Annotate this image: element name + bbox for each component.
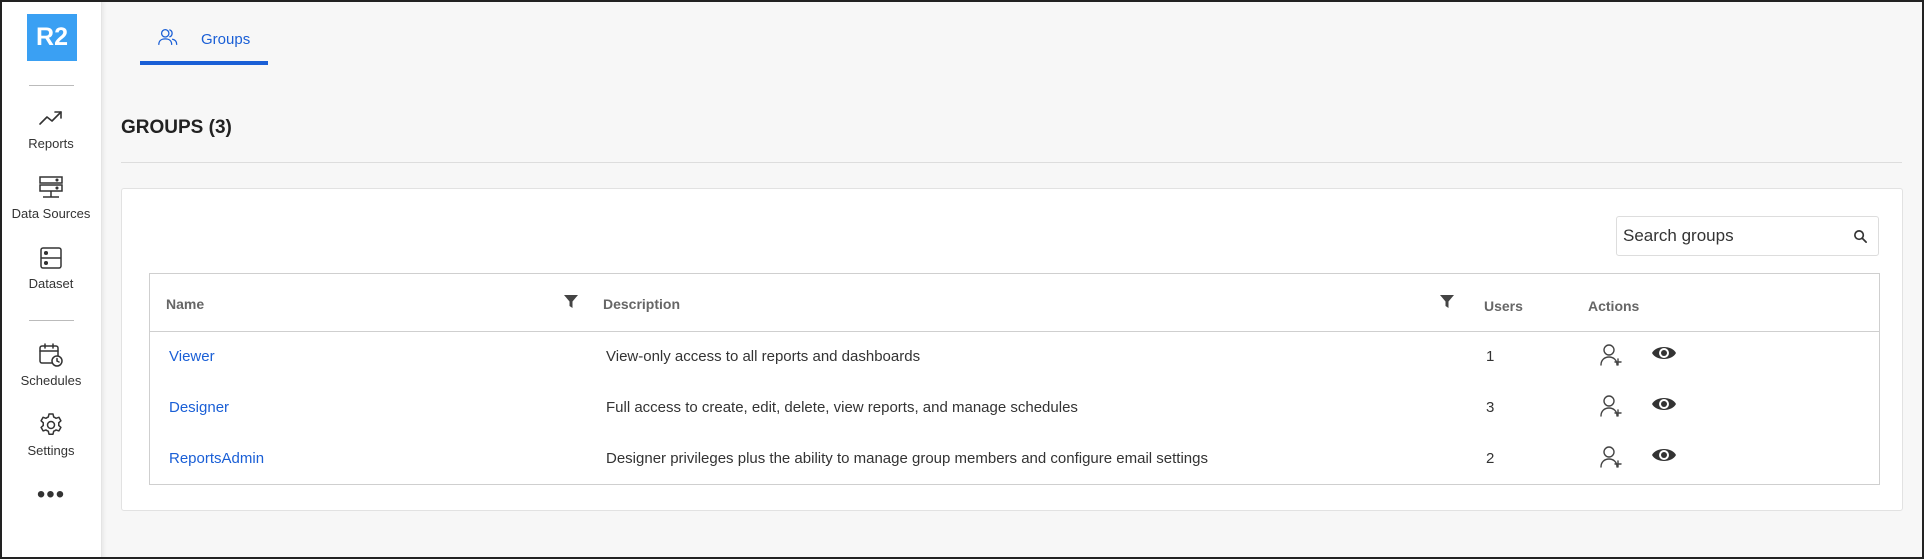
sidebar-divider xyxy=(29,320,74,321)
dataset-icon xyxy=(40,247,62,269)
server-icon xyxy=(39,176,63,198)
sidebar-item-label: Dataset xyxy=(28,276,74,291)
sidebar-item-settings[interactable]: Settings xyxy=(0,411,102,473)
table-row: Designer Full access to create, edit, de… xyxy=(150,383,1879,434)
column-header-users[interactable]: Users xyxy=(1484,298,1523,314)
add-user-icon[interactable] xyxy=(1598,342,1624,368)
groups-card: Name Description Users Actions Viewer Vi… xyxy=(121,188,1903,511)
sidebar-item-label: Reports xyxy=(28,136,74,151)
more-menu-icon[interactable]: ••• xyxy=(34,483,68,510)
table-row: ReportsAdmin Designer privileges plus th… xyxy=(150,434,1879,485)
sidebar-item-label: Settings xyxy=(27,443,75,458)
column-header-description[interactable]: Description xyxy=(603,296,680,312)
group-description: View-only access to all reports and dash… xyxy=(606,348,921,365)
search-input[interactable] xyxy=(1623,217,1843,255)
app-logo[interactable]: R2 xyxy=(27,14,77,61)
add-user-icon[interactable] xyxy=(1598,393,1624,419)
group-description: Designer privileges plus the ability to … xyxy=(606,450,1208,467)
sidebar-item-schedules[interactable]: Schedules xyxy=(0,341,102,403)
sidebar: R2 Reports Data Sources Dataset Schedule… xyxy=(0,0,102,559)
group-name-link[interactable]: Designer xyxy=(169,399,229,416)
eye-icon[interactable] xyxy=(1651,442,1677,468)
title-divider xyxy=(121,162,1902,163)
table-row: Viewer View-only access to all reports a… xyxy=(150,332,1879,383)
group-user-count: 2 xyxy=(1486,450,1495,467)
tab-label: Groups xyxy=(201,31,251,48)
group-name-link[interactable]: ReportsAdmin xyxy=(169,450,264,467)
group-description: Full access to create, edit, delete, vie… xyxy=(606,399,1078,416)
gear-icon xyxy=(40,413,62,435)
page-title: GROUPS (3) xyxy=(121,117,232,138)
filter-icon[interactable] xyxy=(1439,294,1455,310)
add-user-icon[interactable] xyxy=(1598,444,1624,470)
eye-icon[interactable] xyxy=(1651,340,1677,366)
sidebar-item-reports[interactable]: Reports xyxy=(0,104,102,166)
eye-icon[interactable] xyxy=(1651,391,1677,417)
calendar-clock-icon xyxy=(39,343,63,367)
group-name-link[interactable]: Viewer xyxy=(169,348,215,365)
trending-up-icon xyxy=(39,111,62,125)
search-icon[interactable] xyxy=(1853,229,1868,244)
sidebar-item-label: Data Sources xyxy=(11,206,91,221)
column-header-name[interactable]: Name xyxy=(166,296,204,312)
groups-table: Name Description Users Actions Viewer Vi… xyxy=(149,273,1880,485)
group-user-count: 1 xyxy=(1486,348,1495,365)
sidebar-item-dataset[interactable]: Dataset xyxy=(0,244,102,306)
sidebar-item-data-sources[interactable]: Data Sources xyxy=(0,174,102,236)
search-box xyxy=(1616,216,1879,256)
sidebar-item-label: Schedules xyxy=(20,373,82,388)
tab-groups[interactable]: Groups xyxy=(140,22,268,65)
users-icon xyxy=(158,29,178,45)
column-header-actions: Actions xyxy=(1588,298,1640,314)
filter-icon[interactable] xyxy=(563,294,579,310)
table-header: Name Description Users Actions xyxy=(150,274,1879,332)
sidebar-divider xyxy=(29,85,74,86)
group-user-count: 3 xyxy=(1486,399,1495,416)
